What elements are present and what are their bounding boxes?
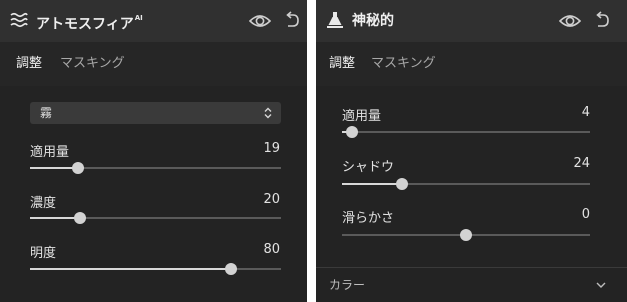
slider-amount[interactable] [342,126,590,138]
updown-chevron-icon [264,107,272,119]
panel-header: 神秘的 [316,0,627,42]
undo-icon[interactable] [283,11,301,29]
slider-amount-value[interactable]: 4 [530,105,590,120]
slider-amount-label: 適用量 [30,145,70,160]
slider-brightness-thumb[interactable] [224,263,237,275]
preset-dropdown-value: 霧 [40,106,53,120]
slider-brightness[interactable] [30,263,281,275]
chevron-down-icon [596,282,606,288]
mystic-panel: 神秘的 調整 マスキング 適用量 4 シャドウ 24 滑らかさ 0 カラー [316,0,627,302]
preset-dropdown[interactable]: 霧 [30,102,281,124]
slider-brightness-label: 明度 [30,246,57,261]
slider-smoothness-label: 滑らかさ [342,211,395,226]
slider-shadow-thumb[interactable] [395,178,408,190]
color-section-label: カラー [329,278,366,292]
panel-header: アトモスフィアAI [0,0,307,42]
slider-density-label: 濃度 [30,196,57,211]
slider-amount-label: 適用量 [342,109,382,124]
flask-icon [327,12,343,28]
slider-amount-fill [30,167,78,169]
waves-icon [10,12,28,28]
slider-amount-thumb[interactable] [71,162,84,174]
slider-brightness-value[interactable]: 80 [220,242,280,257]
tab-masking[interactable]: マスキング [60,42,125,86]
slider-density[interactable] [30,212,281,224]
tab-adjust[interactable]: 調整 [329,42,355,86]
slider-shadow-value[interactable]: 24 [530,156,590,171]
tab-bar: 調整 マスキング [0,42,307,86]
eye-icon[interactable] [249,11,271,31]
tab-adjust[interactable]: 調整 [16,42,42,86]
panel-title: アトモスフィアAI [36,14,143,33]
slider-smoothness-value[interactable]: 0 [530,207,590,222]
tab-masking[interactable]: マスキング [371,42,436,86]
ai-badge: AI [134,14,143,22]
slider-amount-thumb[interactable] [345,126,358,138]
slider-density-value[interactable]: 20 [220,192,280,207]
atmosphere-panel: アトモスフィアAI 調整 マスキング 霧 適用量 19 濃度 20 明度 80 [0,0,307,302]
panel-title: 神秘的 [352,13,394,29]
slider-amount-value[interactable]: 19 [220,141,280,156]
slider-brightness-fill [30,268,231,270]
eye-icon[interactable] [559,11,581,31]
undo-icon[interactable] [593,11,611,29]
slider-shadow-fill [342,183,402,185]
slider-shadow-label: シャドウ [342,160,395,175]
slider-smoothness[interactable] [342,229,590,241]
color-section-header[interactable]: カラー [316,267,627,302]
slider-amount[interactable] [30,162,281,174]
tab-bar: 調整 マスキング [316,42,627,86]
slider-shadow[interactable] [342,178,590,190]
slider-smoothness-thumb[interactable] [460,229,472,241]
slider-density-fill [30,217,81,219]
